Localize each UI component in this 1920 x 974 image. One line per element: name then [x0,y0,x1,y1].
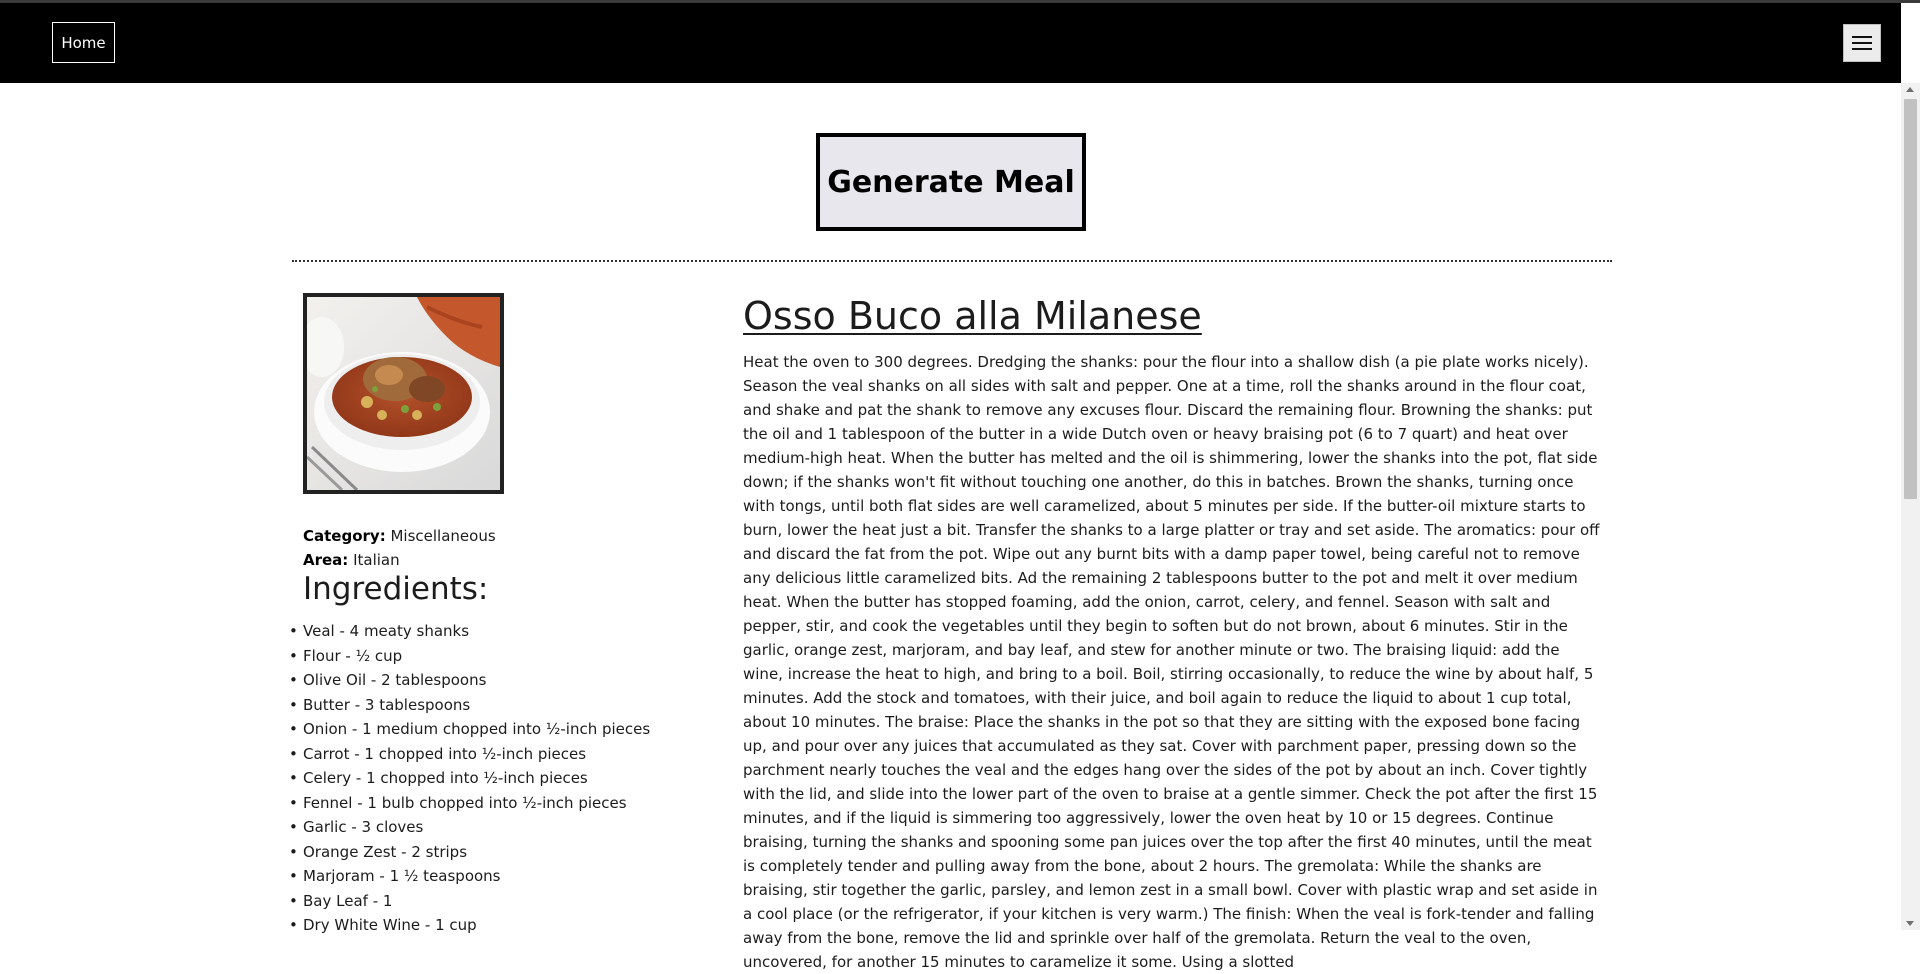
scroll-down-arrow-icon[interactable] [1906,921,1914,926]
menu-toggle-button[interactable] [1843,24,1881,62]
ingredient-item: Marjoram - 1 ½ teaspoons [289,864,650,889]
meal-category: Category: Miscellaneous [303,527,496,545]
meal-instructions: Heat the oven to 300 degrees. Dredging t… [743,353,1600,971]
meal-title: Osso Buco alla Milanese [743,294,1202,338]
ingredient-item: Butter - 3 tablespoons [289,693,650,718]
generate-meal-button[interactable]: Generate Meal [816,133,1086,231]
ingredient-item: Fennel - 1 bulb chopped into ½-inch piec… [289,791,650,816]
hamburger-icon [1852,36,1872,50]
scroll-up-arrow-icon[interactable] [1906,87,1914,92]
area-label: Area: [303,551,349,569]
ingredient-item: Carrot - 1 chopped into ½-inch pieces [289,742,650,767]
ingredient-item: Celery - 1 chopped into ½-inch pieces [289,766,650,791]
ingredient-item: Dry White Wine - 1 cup [289,913,650,938]
category-label: Category: [303,527,386,545]
meal-area: Area: Italian [303,551,400,569]
navbar: Home [0,3,1901,83]
meal-photo-illustration [307,297,500,490]
page-scrollbar[interactable] [1901,83,1920,930]
ingredient-item: Onion - 1 medium chopped into ½-inch pie… [289,717,650,742]
ingredient-item: Bay Leaf - 1 [289,889,650,914]
area-value: Italian [353,551,400,569]
ingredient-item: Garlic - 3 cloves [289,815,650,840]
ingredients-heading: Ingredients: [303,571,489,607]
ingredient-item: Orange Zest - 2 strips [289,840,650,865]
ingredients-list: Veal - 4 meaty shanks Flour - ½ cup Oliv… [289,619,650,938]
section-divider [292,260,1612,262]
ingredient-item: Veal - 4 meaty shanks [289,619,650,644]
meal-image [303,293,504,494]
scrollbar-thumb[interactable] [1904,99,1917,499]
category-value: Miscellaneous [390,527,496,545]
home-button[interactable]: Home [52,22,115,63]
ingredient-item: Olive Oil - 2 tablespoons [289,668,650,693]
ingredient-item: Flour - ½ cup [289,644,650,669]
